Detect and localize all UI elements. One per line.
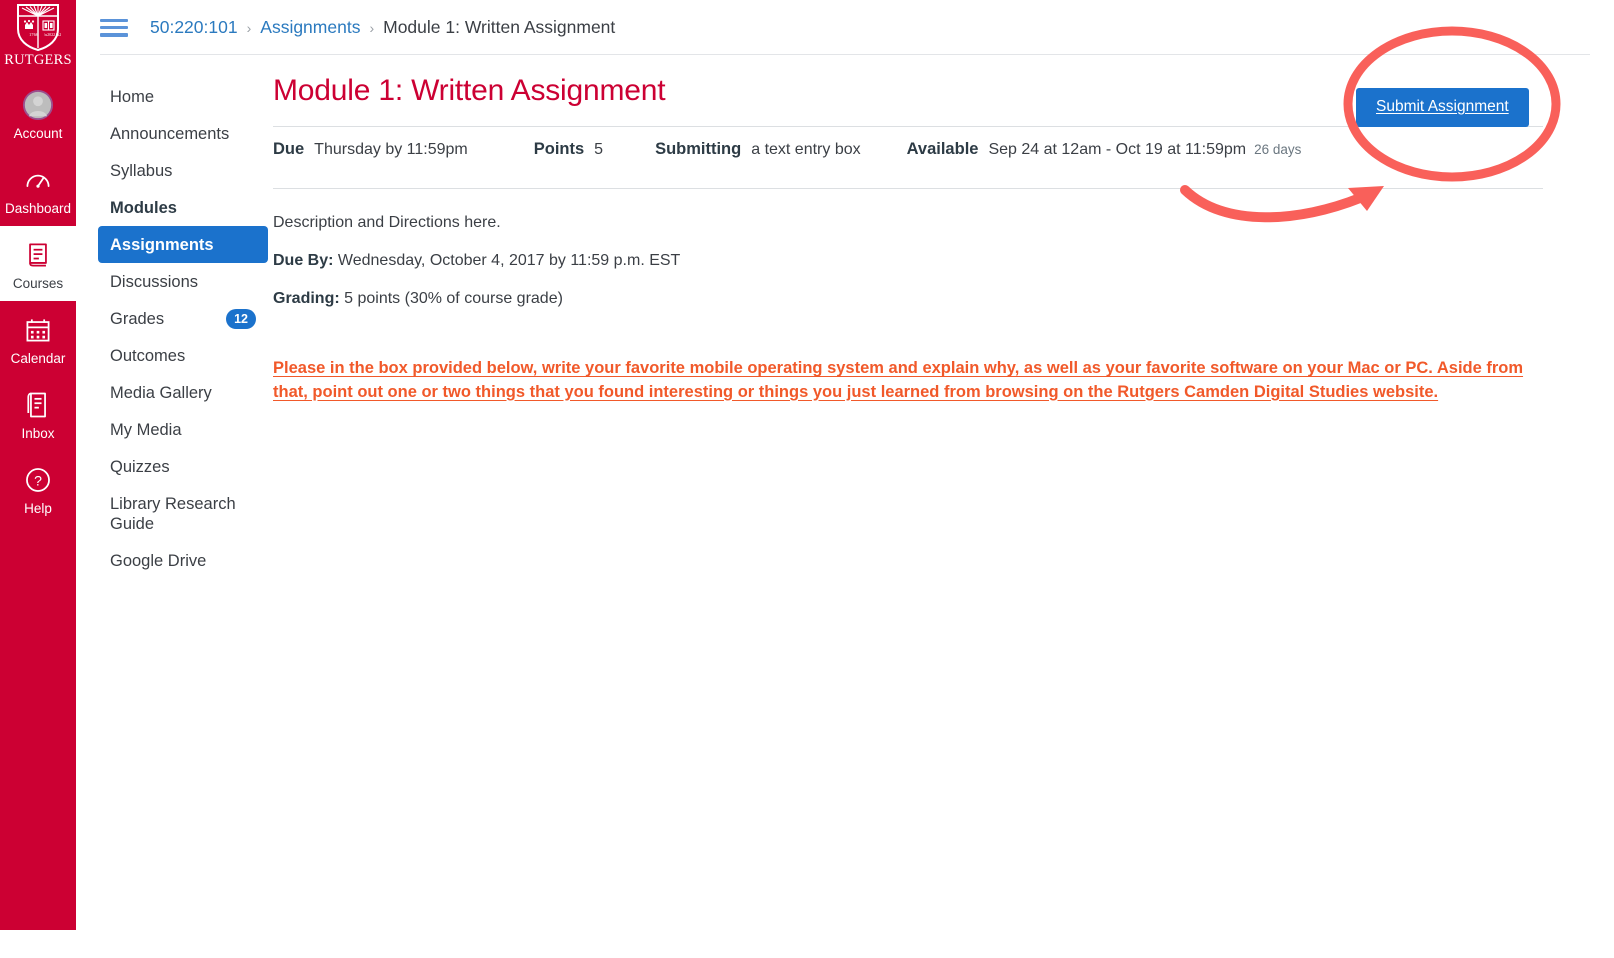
course-nav-item-assignments[interactable]: Assignments [98,226,268,263]
main-content-area: 50:220:101 › Assignments › Module 1: Wri… [76,0,1614,958]
meta-label-available: Available [906,140,979,158]
global-nav-item-inbox[interactable]: Inbox [0,376,76,451]
assignment-due-by: Due By: Wednesday, October 4, 2017 by 11… [273,251,1593,271]
course-nav-item-announcements[interactable]: Announcements [98,115,268,152]
calendar-icon [21,313,55,347]
global-navigation-sidebar: 1766 \u2022 \u2022 RUTGERS [0,0,76,930]
breadcrumb-divider [100,54,1590,55]
global-nav-item-account[interactable]: Account [0,76,76,151]
meta-available-duration: 26 days [1254,142,1302,157]
global-nav-label-courses: Courses [12,276,64,291]
assignment-instructions: Please in the box provided below, write … [273,359,1524,401]
global-nav-item-calendar[interactable]: Calendar [0,301,76,376]
assignment-meta-row: Due Thursday by 11:59pm Points 5 Submitt… [273,127,1593,172]
svg-text:?: ? [34,472,42,488]
course-nav-item-library-research-guide[interactable]: Library Research Guide [98,486,268,543]
book-icon [21,238,55,272]
course-nav-item-syllabus[interactable]: Syllabus [98,152,268,189]
inbox-icon [21,388,55,422]
grades-count-badge: 12 [226,308,256,329]
meta-label-due: Due [273,140,305,158]
meta-value-points: 5 [594,141,604,158]
course-navigation-menu: Home Announcements Syllabus Modules Assi… [98,78,268,580]
due-by-label: Due By: [273,252,334,269]
assignment-grading: Grading: 5 points (30% of course grade) [273,289,1593,309]
global-nav-item-courses[interactable]: Courses [0,226,76,301]
meta-available: Available Sep 24 at 12am - Oct 19 at 11:… [907,140,1302,159]
meta-points: Points 5 [534,140,603,159]
hamburger-menu-icon[interactable] [100,17,128,39]
svg-text:\u2022 \u2022: \u2022 \u2022 [44,32,61,37]
course-nav-item-home[interactable]: Home [98,78,268,115]
global-nav-label-account: Account [13,126,63,141]
breadcrumb-item-current: Module 1: Written Assignment [383,17,616,37]
meta-label-points: Points [533,140,585,158]
global-nav-label-calendar: Calendar [10,351,66,366]
submit-assignment-button[interactable]: Submit Assignment [1356,88,1529,127]
course-nav-item-discussions[interactable]: Discussions [98,263,268,300]
global-nav-label-inbox: Inbox [21,426,55,441]
course-nav-item-media-gallery[interactable]: Media Gallery [98,375,268,412]
course-nav-item-outcomes[interactable]: Outcomes [98,338,268,375]
meta-submitting: Submitting a text entry box [655,140,861,159]
breadcrumb-separator-1: › [246,19,252,36]
canvas-assignment-page: 1766 \u2022 \u2022 RUTGERS [0,0,1614,958]
assignment-description: Description and Directions here. [273,214,501,231]
due-by-value: Wednesday, October 4, 2017 by 11:59 p.m.… [337,252,681,269]
course-nav-item-my-media[interactable]: My Media [98,412,268,449]
course-nav-item-modules[interactable]: Modules [98,189,268,226]
meta-label-submitting: Submitting [655,140,742,158]
global-nav-item-dashboard[interactable]: Dashboard [0,151,76,226]
svg-text:1766: 1766 [29,32,39,37]
meta-due: Due Thursday by 11:59pm [273,140,468,159]
course-nav-item-google-drive[interactable]: Google Drive [98,543,268,580]
breadcrumb: 50:220:101 › Assignments › Module 1: Wri… [76,0,1614,55]
meta-value-available: Sep 24 at 12am - Oct 19 at 11:59pm [988,141,1247,158]
rutgers-shield-icon: 1766 \u2022 \u2022 [15,2,67,52]
breadcrumb-item-course[interactable]: 50:220:101 [150,17,238,38]
course-nav-item-quizzes[interactable]: Quizzes [98,449,268,486]
meta-value-due: Thursday by 11:59pm [314,141,468,158]
question-mark-icon: ? [21,463,55,497]
breadcrumb-separator-2: › [369,19,375,36]
course-nav-label-grades: Grades [110,309,165,328]
global-nav-label-help: Help [24,501,52,516]
course-nav-item-grades[interactable]: Grades 12 [98,300,268,338]
grading-label: Grading: [273,290,340,307]
rutgers-logo-text: RUTGERS [4,52,72,68]
global-nav-item-help[interactable]: ? Help [0,451,76,526]
grading-value: 5 points (30% of course grade) [344,290,563,307]
dashboard-icon [21,163,55,197]
meta-divider [273,188,1543,189]
breadcrumb-item-assignments[interactable]: Assignments [260,17,360,38]
rutgers-logo[interactable]: 1766 \u2022 \u2022 RUTGERS [0,0,76,76]
global-nav-label-dashboard: Dashboard [4,201,72,216]
meta-value-submitting: a text entry box [751,141,861,158]
user-avatar-icon [21,88,55,122]
